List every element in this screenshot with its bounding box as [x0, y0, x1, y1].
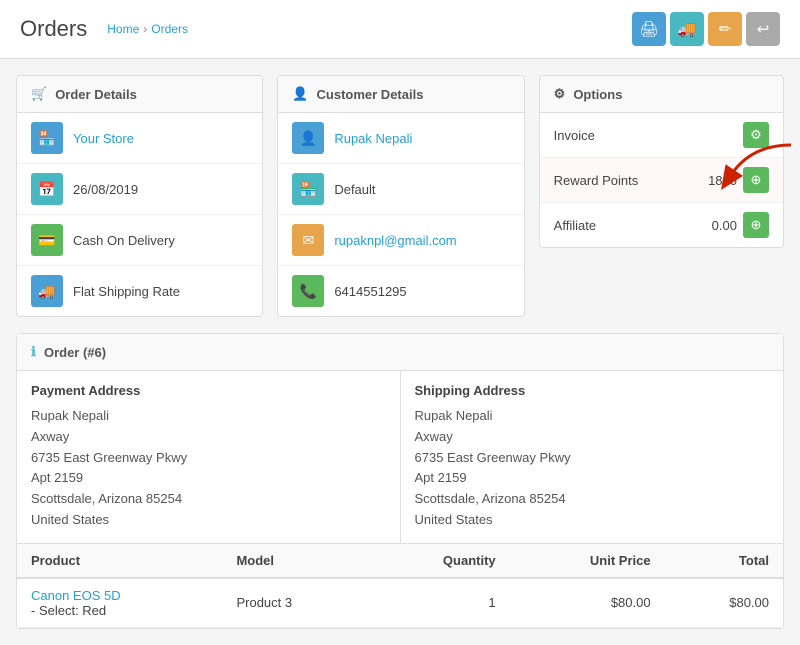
page-title: Orders	[20, 16, 87, 42]
main-content: 🛒 Order Details 🏪 Your Store 📅 26/08/201…	[0, 59, 800, 645]
product-link[interactable]: Canon EOS 5D	[31, 588, 121, 603]
invoice-label: Invoice	[554, 128, 595, 143]
cards-row: 🛒 Order Details 🏪 Your Store 📅 26/08/201…	[16, 75, 784, 317]
phone-icon: 📞	[292, 275, 324, 307]
store-icon: 🏪	[31, 122, 63, 154]
customer-details-header: 👤 Customer Details	[278, 76, 523, 113]
col-total: Total	[665, 544, 783, 578]
unit-price-cell: $80.00	[510, 578, 665, 628]
customer-name-row: 👤 Rupak Nepali	[278, 113, 523, 164]
affiliate-action-button[interactable]: ⊕	[743, 212, 769, 238]
payment-method-row: 💳 Cash On Delivery	[17, 215, 262, 266]
customer-group-row: 🏪 Default	[278, 164, 523, 215]
store-row: 🏪 Your Store	[17, 113, 262, 164]
payment-method: Cash On Delivery	[73, 233, 175, 248]
shipping-method-row: 🚚 Flat Shipping Rate	[17, 266, 262, 316]
options-area: ⚙ Options Invoice ⚙ Reward Points	[539, 75, 784, 317]
col-unit-price: Unit Price	[510, 544, 665, 578]
delivery-button[interactable]: 🚚	[670, 12, 704, 46]
date-row: 📅 26/08/2019	[17, 164, 262, 215]
customer-phone: 6414551295	[334, 284, 406, 299]
breadcrumb-home[interactable]: Home	[107, 22, 139, 36]
quantity-cell: 1	[369, 578, 510, 628]
customer-avatar-icon: 👤	[292, 122, 324, 154]
page-header: Orders Home › Orders 🖨 🚚 ✏ ↩	[0, 0, 800, 59]
customer-email-row: ✉ rupaknpl@gmail.com	[278, 215, 523, 266]
address-row: Payment Address Rupak NepaliAxway6735 Ea…	[17, 371, 783, 544]
product-variant: - Select: Red	[31, 603, 106, 618]
edit-button[interactable]: ✏	[708, 12, 742, 46]
callout-arrow	[721, 135, 800, 195]
order-details-card: 🛒 Order Details 🏪 Your Store 📅 26/08/201…	[16, 75, 263, 317]
header-buttons: 🖨 🚚 ✏ ↩	[632, 12, 780, 46]
product-cell: Canon EOS 5D - Select: Red	[17, 578, 222, 628]
cart-icon: 🛒	[31, 86, 47, 102]
customer-details-card: 👤 Customer Details 👤 Rupak Nepali 🏪 Defa…	[277, 75, 524, 317]
shipping-method: Flat Shipping Rate	[73, 284, 180, 299]
col-quantity: Quantity	[369, 544, 510, 578]
customer-details-body: 👤 Rupak Nepali 🏪 Default ✉ rupaknpl@gmai…	[278, 113, 523, 316]
order-details-body: 🏪 Your Store 📅 26/08/2019 💳 Cash On Deli…	[17, 113, 262, 316]
model-cell: Product 3	[222, 578, 368, 628]
group-icon: 🏪	[292, 173, 324, 205]
email-icon: ✉	[292, 224, 324, 256]
shipping-address-text: Rupak NepaliAxway6735 East Greenway Pkwy…	[415, 406, 770, 531]
affiliate-label: Affiliate	[554, 218, 596, 233]
header-left: Orders Home › Orders	[20, 16, 188, 42]
payment-address-header: Payment Address	[31, 383, 386, 398]
order-section: ℹ Order (#6) Payment Address Rupak Nepal…	[16, 333, 784, 629]
breadcrumb-separator: ›	[143, 22, 147, 36]
products-table-header-row: Product Model Quantity Unit Price Total	[17, 544, 783, 578]
payment-icon: 💳	[31, 224, 63, 256]
breadcrumb-current[interactable]: Orders	[151, 22, 188, 36]
shipping-icon: 🚚	[31, 275, 63, 307]
affiliate-row: Affiliate 0.00 ⊕	[540, 203, 783, 247]
payment-address-text: Rupak NepaliAxway6735 East Greenway Pkwy…	[31, 406, 386, 531]
total-cell: $80.00	[665, 578, 783, 628]
col-product: Product	[17, 544, 222, 578]
print-button[interactable]: 🖨	[632, 12, 666, 46]
customer-email-link[interactable]: rupaknpl@gmail.com	[334, 233, 456, 248]
shipping-address-cell: Shipping Address Rupak NepaliAxway6735 E…	[401, 371, 784, 543]
affiliate-right: 0.00 ⊕	[712, 212, 769, 238]
customer-name-link[interactable]: Rupak Nepali	[334, 131, 412, 146]
table-row: Canon EOS 5D - Select: Red Product 3 1 $…	[17, 578, 783, 628]
store-link[interactable]: Your Store	[73, 131, 134, 146]
products-table: Product Model Quantity Unit Price Total …	[17, 544, 783, 628]
options-header: ⚙ Options	[540, 76, 783, 113]
back-button[interactable]: ↩	[746, 12, 780, 46]
products-table-body: Canon EOS 5D - Select: Red Product 3 1 $…	[17, 578, 783, 628]
order-section-header: ℹ Order (#6)	[17, 334, 783, 371]
gear-icon: ⚙	[554, 86, 566, 102]
customer-icon: 👤	[292, 86, 308, 102]
order-details-header: 🛒 Order Details	[17, 76, 262, 113]
payment-address-cell: Payment Address Rupak NepaliAxway6735 Ea…	[17, 371, 401, 543]
affiliate-value: 0.00	[712, 218, 737, 233]
shipping-address-header: Shipping Address	[415, 383, 770, 398]
info-icon: ℹ	[31, 344, 36, 360]
breadcrumb: Home › Orders	[107, 22, 188, 36]
calendar-icon: 📅	[31, 173, 63, 205]
col-model: Model	[222, 544, 368, 578]
customer-phone-row: 📞 6414551295	[278, 266, 523, 316]
customer-group: Default	[334, 182, 375, 197]
products-table-head: Product Model Quantity Unit Price Total	[17, 544, 783, 578]
reward-points-label: Reward Points	[554, 173, 639, 188]
order-date: 26/08/2019	[73, 182, 138, 197]
